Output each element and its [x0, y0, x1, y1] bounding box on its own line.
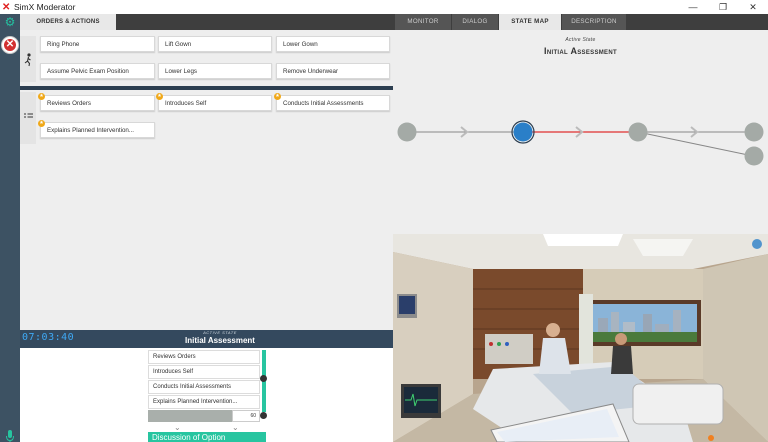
action-ring-phone-button[interactable]: Ring Phone	[40, 36, 155, 52]
tab-monitor[interactable]: MONITOR	[395, 14, 451, 30]
action-remove-underwear-button[interactable]: Remove Underwear	[276, 63, 390, 79]
rail-node-icon	[260, 412, 267, 419]
action-lower-legs-button[interactable]: Lower Legs	[158, 63, 272, 79]
state-node[interactable]	[744, 122, 764, 142]
checklist-introduces-self[interactable]: Introduces Self	[158, 95, 272, 111]
slider-value: 60	[232, 410, 260, 422]
tab-orders-actions[interactable]: ORDERS & ACTIONS	[20, 14, 116, 30]
left-rail: ⚙ ✕	[0, 14, 20, 442]
tab-dialog[interactable]: DIALOG	[452, 14, 498, 30]
checklist-section-marker	[20, 92, 36, 144]
rail-node-icon	[260, 375, 267, 382]
minimize-button[interactable]: —	[678, 0, 708, 14]
list-item[interactable]: Reviews Orders	[148, 350, 260, 364]
discussion-option-label: Discussion of Option	[152, 433, 226, 442]
state-node[interactable]	[744, 146, 764, 166]
close-icon: ✕	[5, 39, 15, 50]
state-node[interactable]	[397, 122, 417, 142]
close-window-button[interactable]: ✕	[738, 0, 768, 14]
section-divider	[20, 86, 393, 90]
checklist-reviews-orders[interactable]: Reviews Orders	[40, 95, 155, 111]
star-icon: ★	[156, 93, 163, 100]
list-item[interactable]: Conducts Initial Assessments	[148, 380, 260, 394]
active-state-node[interactable]	[513, 122, 533, 142]
list-item[interactable]: Explains Planned Intervention...	[148, 395, 260, 409]
active-state-title: Initial Assessment	[185, 336, 255, 345]
scenario-timer: 07:03:40	[22, 332, 75, 343]
checklist-planned-intervention[interactable]: Explains Planned Intervention...	[40, 122, 155, 138]
active-state-label: ACTIVE STATE	[203, 330, 237, 335]
state-map-graph	[397, 120, 764, 166]
app-window: ✕ SimX Moderator — ❐ ✕ ⚙ ✕ ORDERS & ACTI…	[0, 0, 768, 442]
state-map-active-label: Active State	[565, 37, 596, 43]
app-logo-icon: ✕	[2, 1, 11, 13]
tab-description[interactable]: DESCRIPTION	[562, 14, 626, 30]
action-lower-gown-button[interactable]: Lower Gown	[276, 36, 390, 52]
checklist-initial-assessments[interactable]: Conducts Initial Assessments	[276, 95, 390, 111]
star-icon: ★	[38, 93, 45, 100]
window-title: SimX Moderator	[14, 2, 76, 12]
action-pelvic-exam-button[interactable]: Assume Pelvic Exam Position	[40, 63, 155, 79]
maximize-button[interactable]: ❐	[708, 0, 738, 14]
state-node[interactable]	[628, 122, 648, 142]
chevron-down-icon[interactable]: ⌄	[232, 423, 239, 432]
action-lift-gown-button[interactable]: Lift Gown	[158, 36, 272, 52]
tab-state-map[interactable]: STATE MAP	[499, 14, 561, 30]
gear-icon[interactable]: ⚙	[4, 16, 16, 28]
list-item[interactable]: Introduces Self	[148, 365, 260, 379]
star-icon: ★	[38, 120, 45, 127]
microphone-icon[interactable]	[5, 430, 15, 442]
checklist-icon	[24, 113, 33, 118]
walking-person-icon	[24, 53, 31, 67]
state-map-title: Initial Assessment	[544, 46, 617, 56]
state-edge	[637, 131, 754, 157]
discussion-option-button[interactable]: Discussion of Option	[148, 432, 266, 442]
chevron-down-icon[interactable]: ⌄	[174, 423, 181, 432]
actions-section-marker	[20, 36, 36, 82]
star-icon: ★	[274, 93, 281, 100]
simulation-3d-view[interactable]	[393, 234, 768, 442]
title-bar: ✕ SimX Moderator — ❐ ✕	[0, 0, 768, 14]
